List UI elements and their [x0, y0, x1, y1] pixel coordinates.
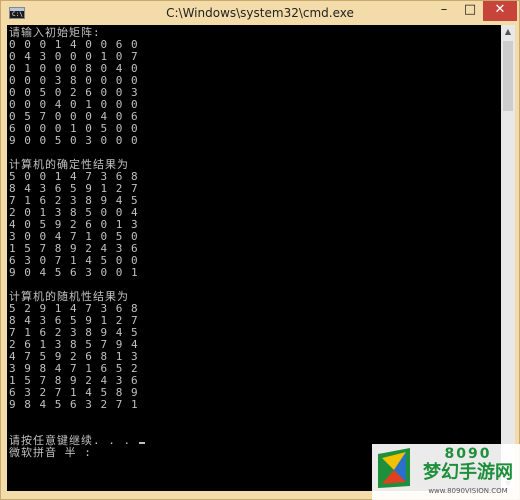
vertical-scrollbar[interactable]: ▲ ▼ [501, 25, 515, 491]
scroll-up-arrow-icon[interactable]: ▲ [501, 25, 515, 39]
minimize-button[interactable]: – [431, 1, 457, 21]
console-line: 9 0 4 5 6 3 0 0 1 [9, 266, 139, 279]
watermark-name: 梦幻手游网 [423, 462, 513, 483]
watermark-logo-icon [378, 448, 410, 488]
site-watermark: 8090 梦幻手游网 www.8090VISION.COM [372, 444, 520, 500]
console-output[interactable]: 请输入初始矩阵: 0 0 0 1 4 0 0 6 0 0 4 3 0 0 0 1… [7, 25, 501, 491]
cmd-window: C:\ C:\Windows\system32\cmd.exe – □ ✕ 请输… [0, 0, 520, 500]
text-cursor [138, 442, 145, 444]
close-button[interactable]: ✕ [483, 1, 517, 21]
console-line: 微软拼音 半 : [9, 446, 92, 459]
console-line: 9 8 4 5 6 3 2 7 1 [9, 398, 139, 411]
scrollbar-thumb[interactable] [503, 41, 513, 111]
maximize-button[interactable]: □ [457, 1, 483, 21]
watermark-brand: 8090 [444, 446, 492, 462]
console-line: 9 0 0 5 0 3 0 0 0 [9, 134, 139, 147]
watermark-url: www.8090VISION.COM [428, 487, 508, 495]
console-text: 请输入初始矩阵: 0 0 0 1 4 0 0 6 0 0 4 3 0 0 0 1… [7, 25, 501, 459]
title-bar[interactable]: C:\ C:\Windows\system32\cmd.exe – □ ✕ [1, 1, 519, 25]
